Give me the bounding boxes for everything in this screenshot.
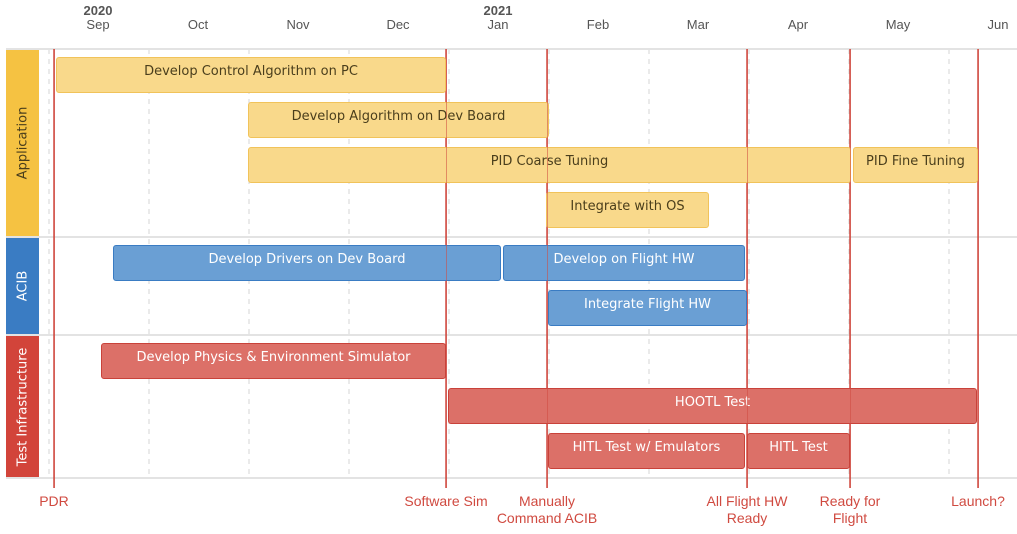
axis-month-label: Apr bbox=[787, 17, 809, 32]
task-bar[interactable]: Develop on Flight HW bbox=[503, 245, 745, 281]
group-label-text: Application bbox=[15, 106, 30, 180]
task-bar[interactable]: Develop Control Algorithm on PC bbox=[56, 57, 446, 93]
group-label-text: Test Infrastructure bbox=[15, 347, 30, 466]
axis-month-label: Jun bbox=[987, 17, 1009, 32]
axis-year-label: 2020 bbox=[83, 3, 113, 18]
task-bar[interactable]: PID Fine Tuning bbox=[853, 147, 978, 183]
milestone-line-overlay bbox=[546, 49, 548, 488]
axis-month-label: Nov bbox=[286, 17, 310, 32]
task-bar[interactable]: HITL Test w/ Emulators bbox=[548, 433, 745, 469]
axis-month-label: Feb bbox=[586, 17, 610, 32]
task-bar[interactable]: HITL Test bbox=[747, 433, 850, 469]
task-bar[interactable]: Develop Drivers on Dev Board bbox=[113, 245, 501, 281]
milestone-label: Software Sim bbox=[404, 493, 488, 509]
milestone-label: PDR bbox=[39, 493, 69, 509]
group-label-acib: ACIB bbox=[6, 238, 39, 334]
milestone-line-overlay bbox=[977, 49, 979, 488]
axis-month-label: Dec bbox=[386, 17, 410, 32]
milestone-line-overlay bbox=[445, 49, 447, 488]
milestone-line-overlay bbox=[849, 49, 851, 488]
axis-month-label: Sep bbox=[86, 17, 110, 32]
task-bar[interactable]: HOOTL Test bbox=[448, 388, 977, 424]
task-bar[interactable]: PID Coarse Tuning bbox=[248, 147, 851, 183]
axis-month-label: May bbox=[885, 17, 911, 32]
group-label-text: ACIB bbox=[15, 270, 30, 302]
task-bar[interactable]: Integrate Flight HW bbox=[548, 290, 747, 326]
milestone-label: Ready for Flight bbox=[819, 493, 881, 526]
task-bar[interactable]: Develop Physics & Environment Simulator bbox=[101, 343, 446, 379]
milestone-line-overlay bbox=[53, 49, 55, 488]
axis-month-label: Mar bbox=[686, 17, 710, 32]
task-bar[interactable]: Integrate with OS bbox=[546, 192, 709, 228]
axis-month-label: Oct bbox=[187, 17, 209, 32]
milestone-label: Launch? bbox=[951, 493, 1005, 509]
group-label-test: Test Infrastructure bbox=[6, 336, 39, 477]
axis-month-label: Jan bbox=[487, 17, 509, 32]
axis-year-label: 2021 bbox=[483, 3, 513, 18]
task-bar[interactable]: Develop Algorithm on Dev Board bbox=[248, 102, 549, 138]
milestone-label: All Flight HW Ready bbox=[706, 493, 788, 526]
milestone-line-overlay bbox=[746, 49, 748, 488]
milestone-label: Manually Command ACIB bbox=[496, 493, 598, 526]
group-label-app: Application bbox=[6, 50, 39, 236]
